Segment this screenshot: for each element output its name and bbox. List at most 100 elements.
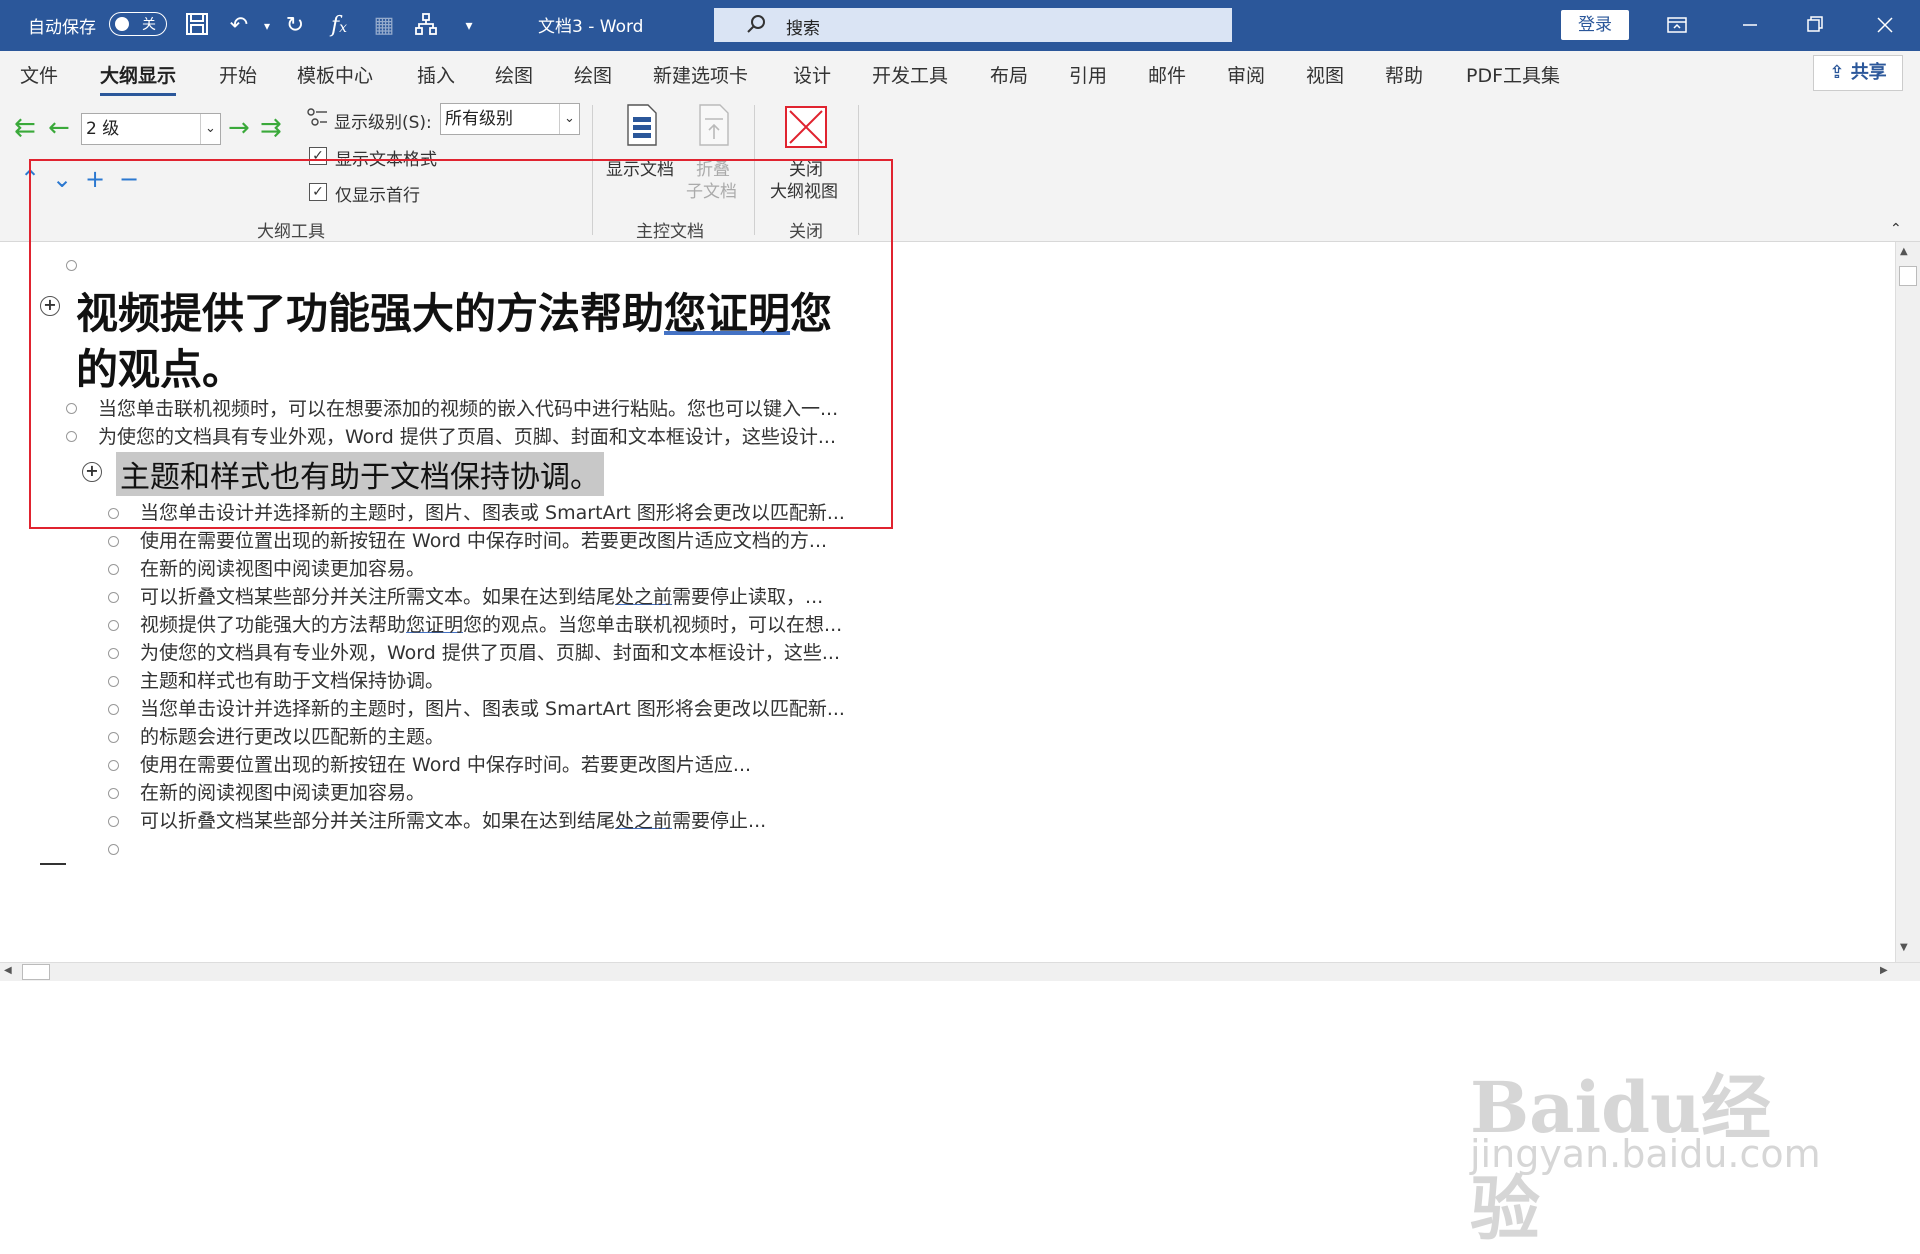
document-title: 文档3 - Word bbox=[538, 17, 644, 37]
demote-to-body-icon[interactable]: ⇉ bbox=[260, 115, 282, 141]
touch-mode-icon[interactable]: ▦ bbox=[370, 12, 398, 40]
body-text-line: 的标题会进行更改以匹配新的主题。 bbox=[140, 726, 445, 748]
share-icon: ⇪ bbox=[1829, 62, 1845, 83]
promote-to-heading1-icon[interactable]: ⇇ bbox=[14, 115, 36, 141]
outline-bullet[interactable] bbox=[108, 564, 119, 575]
show-level-select[interactable]: 所有级别 ⌄ bbox=[440, 103, 580, 135]
body-text-line: 可以折叠文档某些部分并关注所需文本。如果在达到结尾处之前需要停止... bbox=[140, 806, 820, 833]
tab-home[interactable]: 开始 bbox=[219, 61, 257, 88]
tab-mailings[interactable]: 邮件 bbox=[1148, 61, 1186, 88]
tab-view[interactable]: 视图 bbox=[1306, 61, 1344, 88]
outline-bullet[interactable] bbox=[108, 536, 119, 547]
body-text-line: 使用在需要位置出现的新按钮在 Word 中保存时间。若要更改图片适应文档的方..… bbox=[140, 530, 828, 552]
outline-bullet[interactable] bbox=[108, 592, 119, 603]
title-bar: 自动保存 关 ↶ ▾ ↻ fx ▦ ▾ 文档3 - Word 搜索 登录 bbox=[0, 0, 1920, 51]
close-window-icon[interactable] bbox=[1870, 10, 1900, 40]
underlined-text: 处之前 bbox=[615, 586, 673, 608]
scroll-thumb[interactable] bbox=[1899, 266, 1917, 286]
login-button[interactable]: 登录 bbox=[1561, 10, 1629, 40]
close-outline-view-icon[interactable] bbox=[784, 105, 828, 153]
highlight-box bbox=[29, 159, 893, 529]
outline-bullet[interactable] bbox=[108, 816, 119, 827]
collapse-ribbon-icon[interactable]: ⌃ bbox=[1890, 221, 1902, 237]
tab-pdf-tools[interactable]: PDF工具集 bbox=[1466, 61, 1560, 88]
tab-developer[interactable]: 开发工具 bbox=[872, 61, 948, 88]
undo-dropdown-icon[interactable]: ▾ bbox=[253, 12, 281, 40]
search-box[interactable]: 搜索 bbox=[714, 8, 1232, 42]
body-text-line: 在新的阅读视图中阅读更加容易。 bbox=[140, 558, 426, 580]
tab-review[interactable]: 审阅 bbox=[1227, 61, 1265, 88]
scroll-up-icon[interactable]: ▲ bbox=[1900, 246, 1908, 257]
outline-bullet[interactable] bbox=[108, 620, 119, 631]
outline-level-value: 2 级 bbox=[86, 119, 120, 139]
text-segment: 需要停止... bbox=[672, 810, 767, 832]
show-level-icon bbox=[306, 107, 328, 137]
tab-insert[interactable]: 插入 bbox=[417, 61, 455, 88]
tab-help[interactable]: 帮助 bbox=[1385, 61, 1423, 88]
ribbon-tabs: 文件 大纲显示 开始 模板中心 插入 绘图 绘图 新建选项卡 设计 开发工具 布… bbox=[0, 51, 1920, 97]
promote-icon[interactable]: ← bbox=[48, 115, 70, 141]
tab-draw[interactable]: 绘图 bbox=[495, 61, 533, 88]
scroll-down-icon[interactable]: ▼ bbox=[1900, 942, 1908, 953]
autosave-label: 自动保存 bbox=[28, 18, 96, 38]
body-text-line: 使用在需要位置出现的新按钮在 Word 中保存时间。若要更改图片适应... bbox=[140, 754, 752, 776]
watermark-url: jingyan.baidu.com bbox=[1470, 1132, 1821, 1176]
show-level-label: 显示级别(S): bbox=[334, 113, 432, 133]
redo-icon[interactable]: ↻ bbox=[281, 12, 309, 40]
tab-outlining[interactable]: 大纲显示 bbox=[100, 61, 177, 96]
text-segment: 需要停止读取，... bbox=[672, 586, 824, 608]
underlined-text: 您证明 bbox=[406, 614, 464, 636]
scroll-left-icon[interactable]: ◀ bbox=[4, 965, 12, 976]
outline-bullet[interactable] bbox=[108, 732, 119, 743]
body-text-line: 为使您的文档具有专业外观，Word 提供了页眉、页脚、封面和文本框设计，这些..… bbox=[140, 642, 840, 664]
outline-bullet[interactable] bbox=[108, 704, 119, 715]
tab-draw-2[interactable]: 绘图 bbox=[574, 61, 612, 88]
share-button[interactable]: ⇪ 共享 bbox=[1813, 55, 1903, 91]
text-segment: 可以折叠文档某些部分并关注所需文本。如果在达到结尾 bbox=[140, 586, 616, 608]
save-icon[interactable] bbox=[183, 12, 211, 40]
hierarchy-icon[interactable] bbox=[412, 12, 440, 40]
horizontal-scrollbar[interactable]: ◀ ▶ bbox=[0, 962, 1920, 981]
tab-template-center[interactable]: 模板中心 bbox=[297, 61, 373, 88]
outline-level-select[interactable]: 2 级 ⌄ bbox=[81, 113, 221, 145]
tab-new-tab[interactable]: 新建选项卡 bbox=[653, 61, 748, 88]
ribbon-display-options-icon[interactable] bbox=[1662, 10, 1692, 40]
outline-bullet[interactable] bbox=[108, 788, 119, 799]
tab-file[interactable]: 文件 bbox=[20, 61, 58, 88]
restore-icon[interactable] bbox=[1800, 10, 1830, 40]
body-text-line: 当您单击设计并选择新的主题时，图片、图表或 SmartArt 图形将会更改以匹配… bbox=[140, 698, 845, 720]
show-document-icon[interactable] bbox=[624, 103, 660, 151]
tab-design[interactable]: 设计 bbox=[793, 61, 831, 88]
demote-icon[interactable]: → bbox=[228, 115, 250, 141]
end-of-document-marker bbox=[40, 863, 66, 865]
chevron-down-icon: ⌄ bbox=[559, 104, 579, 134]
autosave-toggle[interactable]: 关 bbox=[109, 12, 167, 36]
tab-layout[interactable]: 布局 bbox=[990, 61, 1028, 88]
autosave-state: 关 bbox=[142, 17, 156, 33]
body-text-line: 主题和样式也有助于文档保持协调。 bbox=[140, 670, 445, 692]
outline-bullet[interactable] bbox=[108, 760, 119, 771]
formula-icon[interactable]: fx bbox=[325, 12, 353, 40]
tab-references[interactable]: 引用 bbox=[1069, 61, 1107, 88]
underlined-text: 处之前 bbox=[615, 810, 673, 832]
minimize-icon[interactable] bbox=[1735, 10, 1765, 40]
collapse-subdocuments-icon[interactable] bbox=[696, 103, 732, 151]
chevron-down-icon: ⌄ bbox=[200, 114, 220, 144]
customize-qat-icon[interactable]: ▾ bbox=[455, 12, 483, 40]
outline-bullet[interactable] bbox=[108, 844, 119, 855]
text-segment: 可以折叠文档某些部分并关注所需文本。如果在达到结尾 bbox=[140, 810, 616, 832]
vertical-scrollbar[interactable]: ▲ ▼ bbox=[1895, 242, 1920, 962]
outline-bullet[interactable] bbox=[108, 648, 119, 659]
hscroll-thumb[interactable] bbox=[22, 964, 50, 980]
search-icon bbox=[744, 12, 768, 40]
body-text-line: 在新的阅读视图中阅读更加容易。 bbox=[140, 782, 426, 804]
body-text-line: 可以折叠文档某些部分并关注所需文本。如果在达到结尾处之前需要停止读取，... bbox=[140, 582, 905, 609]
watermark: Baidu经验 jingyan.baidu.com bbox=[1470, 1012, 1821, 1250]
undo-icon[interactable]: ↶ bbox=[225, 12, 253, 40]
search-placeholder: 搜索 bbox=[786, 19, 820, 39]
outline-bullet[interactable] bbox=[108, 676, 119, 687]
toggle-knob bbox=[115, 17, 129, 31]
text-segment: 视频提供了功能强大的方法帮助 bbox=[140, 614, 407, 636]
scroll-right-icon[interactable]: ▶ bbox=[1880, 965, 1888, 976]
body-text-line: 视频提供了功能强大的方法帮助您证明您的观点。当您单击联机视频时，可以在想... bbox=[140, 610, 905, 637]
